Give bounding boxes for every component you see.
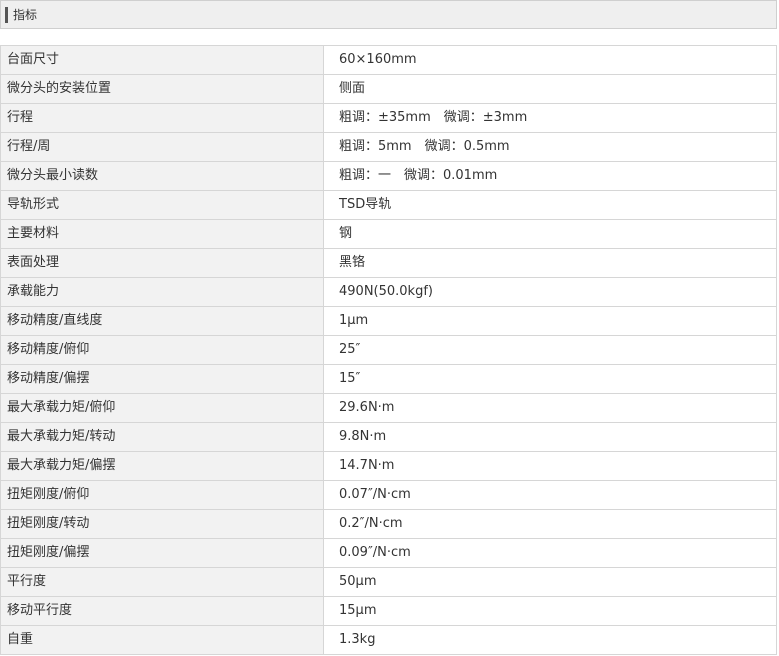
table-row: 导轨形式 TSD导轨: [0, 190, 777, 220]
spec-label: 移动平行度: [0, 596, 324, 626]
spec-label: 表面处理: [0, 248, 324, 278]
table-row: 扭矩刚度/俯仰 0.07″/N·cm: [0, 480, 777, 510]
table-row: 移动精度/直线度 1μm: [0, 306, 777, 336]
spec-value: 29.6N·m: [323, 393, 777, 423]
spec-label: 微分头的安装位置: [0, 74, 324, 104]
table-row: 扭矩刚度/转动 0.2″/N·cm: [0, 509, 777, 539]
table-row: 最大承载力矩/俯仰 29.6N·m: [0, 393, 777, 423]
table-row: 最大承载力矩/转动 9.8N·m: [0, 422, 777, 452]
table-row: 最大承载力矩/偏摆 14.7N·m: [0, 451, 777, 481]
spec-label: 扭矩刚度/俯仰: [0, 480, 324, 510]
spec-value: 15″: [323, 364, 777, 394]
spec-label: 移动精度/直线度: [0, 306, 324, 336]
spec-value: 1.3kg: [323, 625, 777, 655]
table-row: 行程/周 粗调：5mm 微调：0.5mm: [0, 132, 777, 162]
spec-label: 导轨形式: [0, 190, 324, 220]
spec-value: 1μm: [323, 306, 777, 336]
spec-label: 移动精度/偏摆: [0, 364, 324, 394]
spec-value: 15μm: [323, 596, 777, 626]
spec-table: 台面尺寸 60×160mm 微分头的安装位置 侧面 行程 粗调：±35mm 微调：±3mm…: [0, 45, 777, 655]
spec-value: 粗调：±35mm 微调：±3mm: [323, 103, 777, 133]
spec-value: 60×160mm: [323, 45, 777, 75]
table-row: 微分头最小读数 粗调：一 微调：0.01mm: [0, 161, 777, 191]
spec-label: 行程: [0, 103, 324, 133]
section-header: 指标: [0, 0, 777, 29]
spec-value: 9.8N·m: [323, 422, 777, 452]
spec-value: 490N(50.0kgf): [323, 277, 777, 307]
spec-label: 微分头最小读数: [0, 161, 324, 191]
table-row: 表面处理 黑铬: [0, 248, 777, 278]
spec-value: 25″: [323, 335, 777, 365]
table-row: 移动精度/俯仰 25″: [0, 335, 777, 365]
spec-value: 钢: [323, 219, 777, 249]
table-row: 行程 粗调：±35mm 微调：±3mm: [0, 103, 777, 133]
spec-value: TSD导轨: [323, 190, 777, 220]
table-row: 移动平行度 15μm: [0, 596, 777, 626]
table-row: 移动精度/偏摆 15″: [0, 364, 777, 394]
spec-label: 平行度: [0, 567, 324, 597]
spec-label: 最大承载力矩/转动: [0, 422, 324, 452]
spec-value: 14.7N·m: [323, 451, 777, 481]
table-row: 平行度 50μm: [0, 567, 777, 597]
spec-label: 移动精度/俯仰: [0, 335, 324, 365]
spec-label: 最大承载力矩/俯仰: [0, 393, 324, 423]
spec-value: 0.07″/N·cm: [323, 480, 777, 510]
spec-value: 黑铬: [323, 248, 777, 278]
spec-label: 扭矩刚度/偏摆: [0, 538, 324, 568]
spec-table-body: 台面尺寸 60×160mm 微分头的安装位置 侧面 行程 粗调：±35mm 微调：±3mm…: [0, 45, 777, 655]
spec-value: 侧面: [323, 74, 777, 104]
spec-label: 行程/周: [0, 132, 324, 162]
section-header-marker: [5, 7, 8, 23]
table-row: 主要材料钢: [0, 219, 777, 249]
spec-label: 台面尺寸: [0, 45, 324, 75]
spec-label: 最大承载力矩/偏摆: [0, 451, 324, 481]
table-row: 承载能力 490N(50.0kgf): [0, 277, 777, 307]
table-row: 扭矩刚度/偏摆 0.09″/N·cm: [0, 538, 777, 568]
spec-label: 扭矩刚度/转动: [0, 509, 324, 539]
spec-value: 粗调：5mm 微调：0.5mm: [323, 132, 777, 162]
table-row: 自重 1.3kg: [0, 625, 777, 655]
spec-value: 50μm: [323, 567, 777, 597]
spec-label: 主要材料: [0, 219, 324, 249]
spec-value: 0.09″/N·cm: [323, 538, 777, 568]
spec-value: 0.2″/N·cm: [323, 509, 777, 539]
spec-label: 自重: [0, 625, 324, 655]
section-title: 指标: [13, 8, 38, 22]
spec-label: 承载能力: [0, 277, 324, 307]
table-row: 微分头的安装位置 侧面: [0, 74, 777, 104]
table-row: 台面尺寸 60×160mm: [0, 45, 777, 75]
spec-value: 粗调：一 微调：0.01mm: [323, 161, 777, 191]
